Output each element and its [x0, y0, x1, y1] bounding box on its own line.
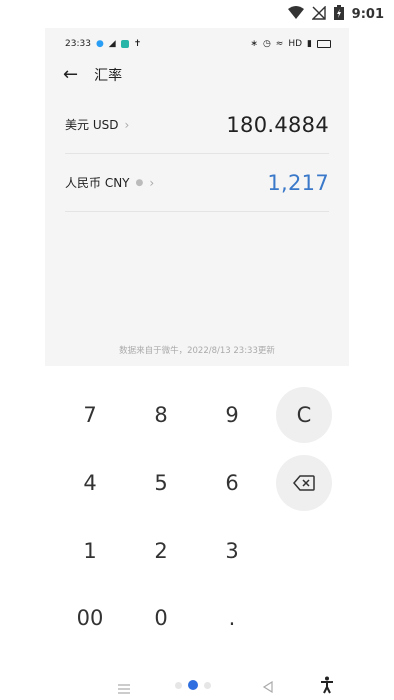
no-sim-icon	[310, 4, 326, 24]
telegram-icon: ◢	[108, 39, 116, 49]
inner-battery-icon	[317, 40, 331, 48]
currency-value: 180.4884	[226, 112, 329, 137]
currency-row-cny[interactable]: 人民币 CNY ● › 1,217	[65, 154, 329, 212]
qq-icon: ●	[95, 39, 104, 49]
key-00[interactable]: 00	[62, 590, 118, 646]
key-2[interactable]: 2	[133, 523, 189, 579]
currency-card: 23:33 ● ◢ ✝ ∗ ◷ ≈ HD ▮ ← 汇率 美元 USD › 180…	[45, 28, 349, 366]
currency-row-usd[interactable]: 美元 USD › 180.4884	[65, 96, 329, 154]
key-8[interactable]: 8	[133, 387, 189, 443]
backspace-button[interactable]	[276, 455, 332, 511]
key-0[interactable]: 0	[133, 590, 189, 646]
chevron-right-icon: ›	[149, 175, 155, 190]
location-pin-icon: ●	[135, 177, 144, 188]
clear-button[interactable]: C	[276, 387, 332, 443]
system-status-bar: 9:01	[0, 0, 394, 28]
key-6[interactable]: 6	[204, 455, 260, 511]
data-source-note: 数据来自于微牛，2022/8/13 23:33更新	[119, 346, 275, 356]
wifi-icon	[287, 5, 304, 24]
currency-value-active: 1,217	[267, 170, 329, 195]
key-1[interactable]: 1	[62, 523, 118, 579]
accessibility-notify-icon: ✝	[133, 39, 142, 49]
key-3[interactable]: 3	[204, 523, 260, 579]
system-clock: 9:01	[351, 6, 384, 22]
menu-icon[interactable]	[118, 679, 130, 698]
inner-clock: 23:33	[65, 39, 91, 49]
key-4[interactable]: 4	[62, 455, 118, 511]
hd-badge: HD	[288, 39, 303, 49]
currency-label: 人民币 CNY	[65, 176, 130, 190]
chevron-right-icon: ›	[124, 117, 130, 132]
page-indicator	[175, 680, 211, 690]
key-7[interactable]: 7	[62, 387, 118, 443]
inner-wifi-icon: ≈	[275, 39, 284, 49]
key-5[interactable]: 5	[133, 455, 189, 511]
inner-status-bar: 23:33 ● ◢ ✝ ∗ ◷ ≈ HD ▮	[45, 28, 349, 60]
navigation-bar	[0, 672, 394, 700]
accessibility-icon[interactable]	[320, 676, 334, 698]
bluetooth-icon: ∗	[250, 39, 258, 49]
battery-icon	[333, 4, 344, 24]
key-9[interactable]: 9	[204, 387, 260, 443]
page-title: 汇率	[94, 68, 123, 84]
alarm-icon: ◷	[262, 39, 271, 49]
app-notification-icon	[120, 40, 129, 48]
currency-label: 美元 USD	[65, 118, 119, 132]
signal-icon: ▮	[307, 39, 312, 49]
backspace-icon	[293, 475, 315, 491]
nav-back-icon[interactable]	[262, 678, 274, 697]
back-arrow-icon[interactable]: ←	[63, 66, 78, 84]
app-titlebar: ← 汇率	[45, 60, 349, 90]
key-decimal[interactable]: .	[204, 590, 260, 646]
